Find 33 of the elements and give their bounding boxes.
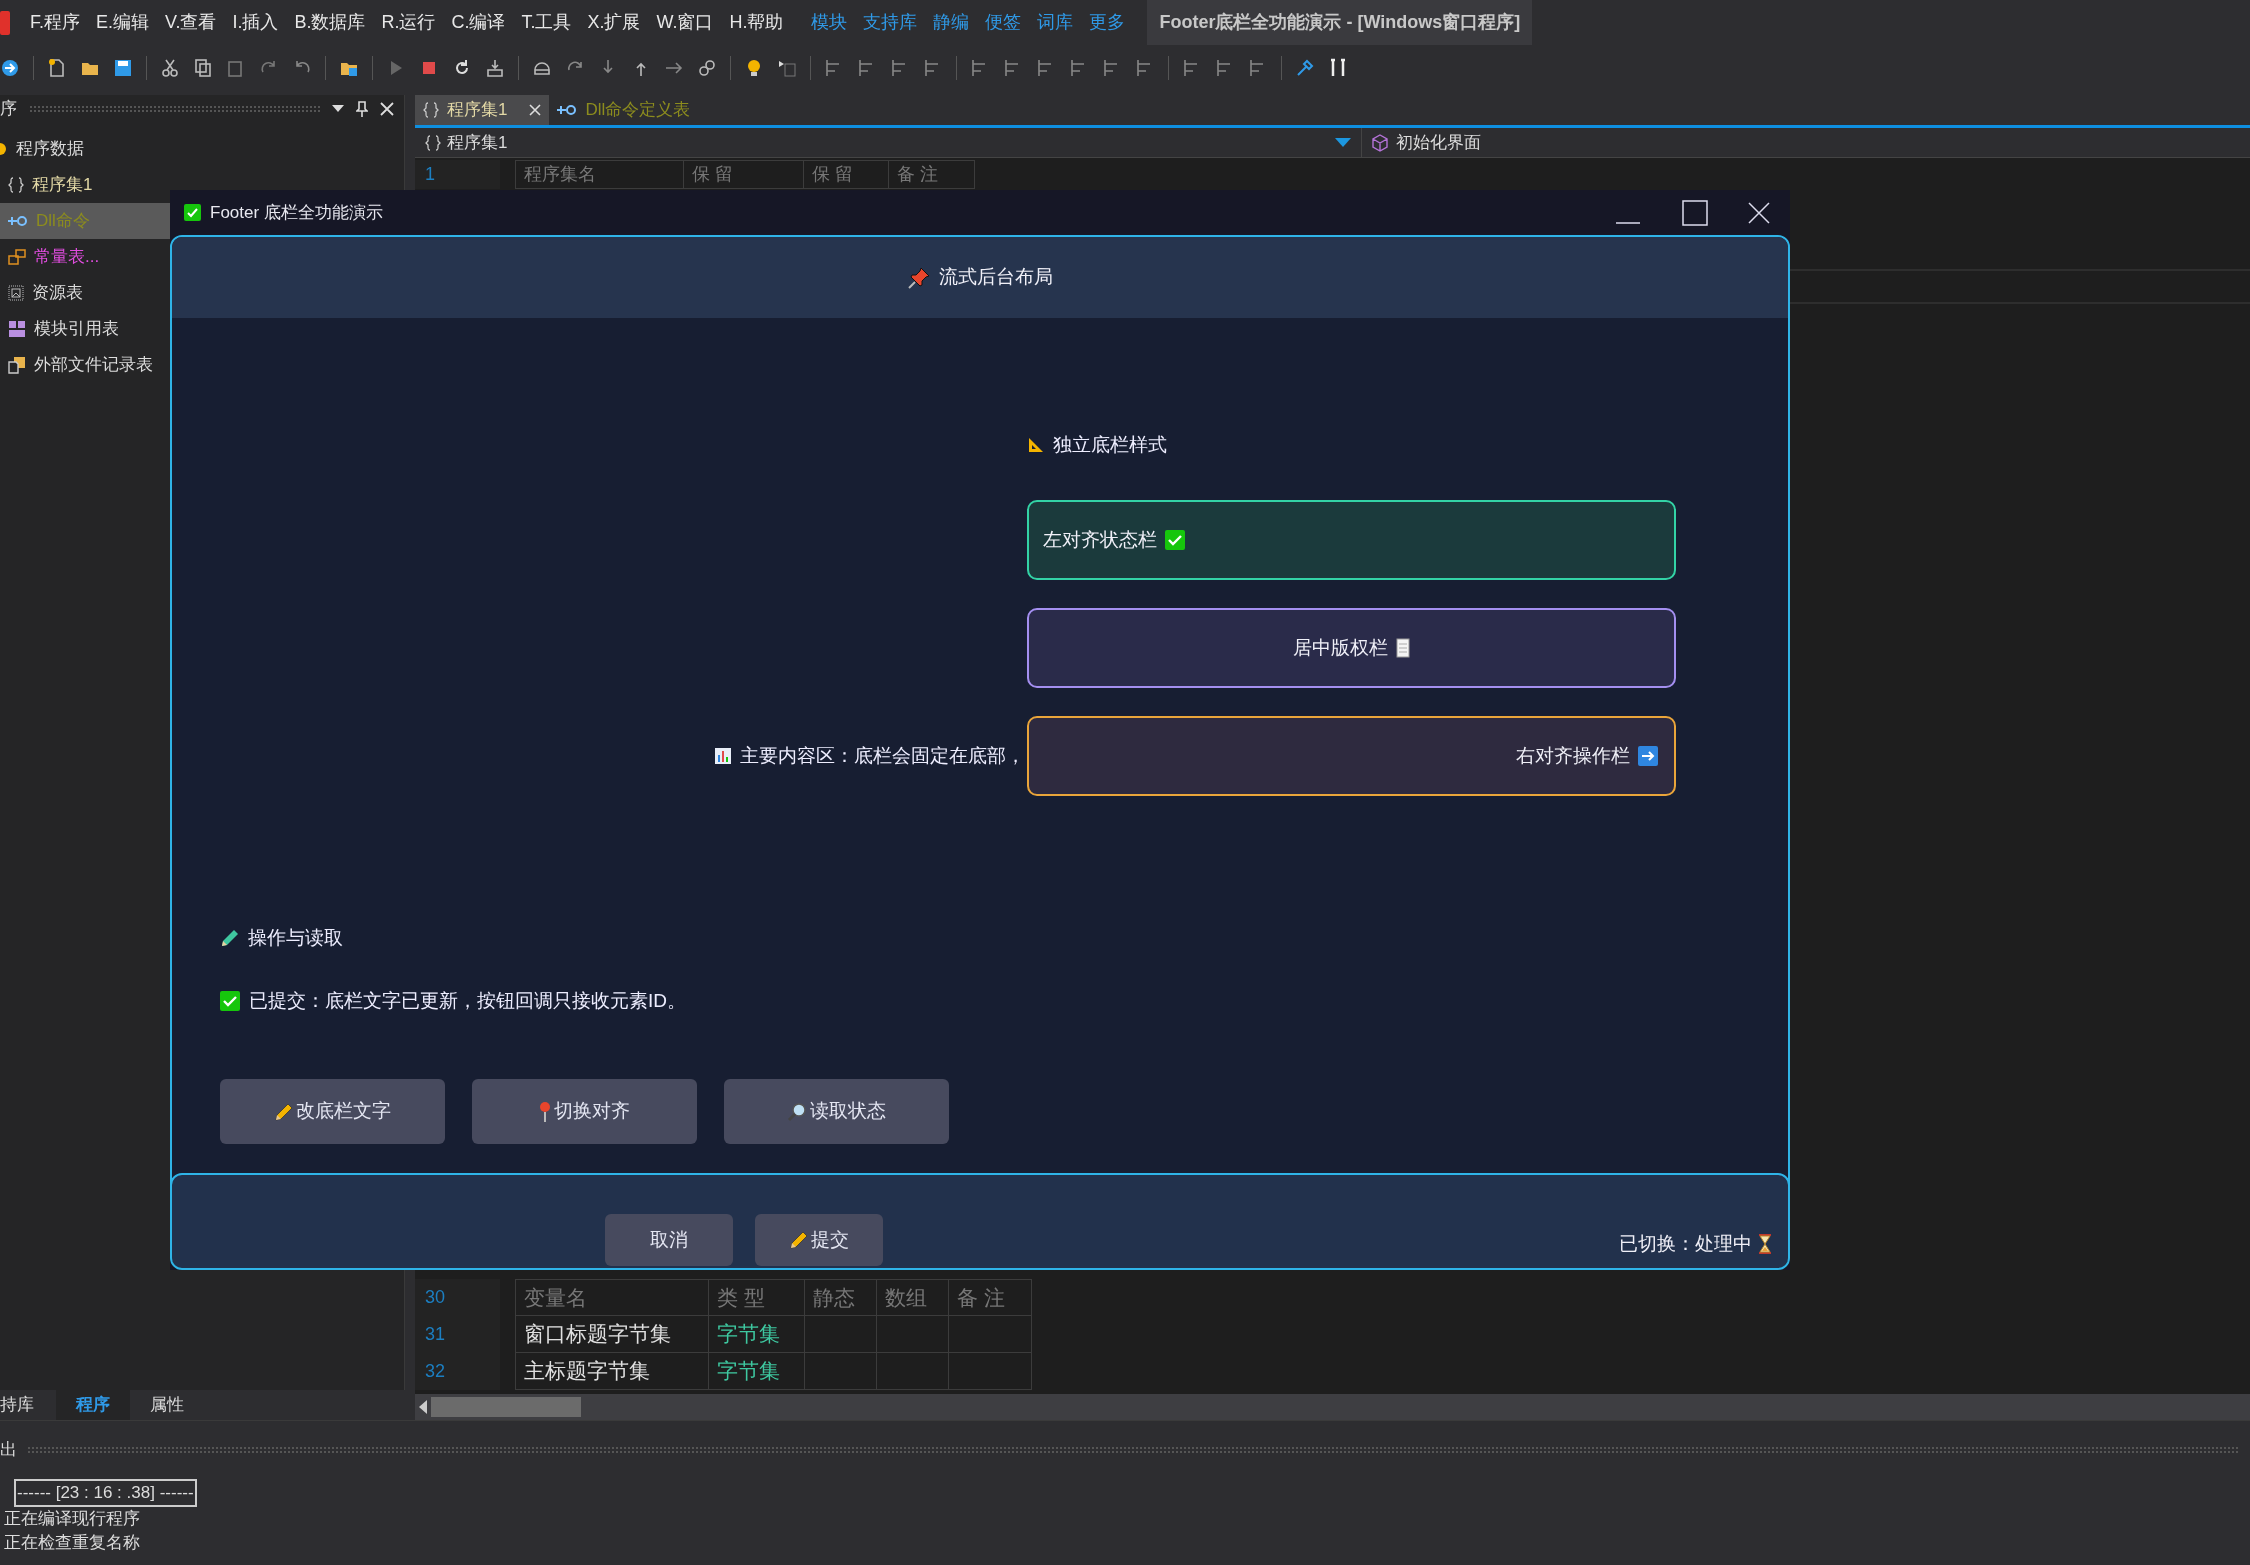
column-header: 变量名: [524, 1284, 587, 1311]
body-text: 主要内容区：底栏会固定在底部，: [740, 743, 1025, 768]
table-cell-text: 字节集: [717, 1321, 780, 1348]
line-number: 32: [425, 1360, 446, 1383]
footer-style-card: 右对齐操作栏: [1027, 716, 1676, 796]
line-number: 1: [425, 163, 435, 186]
table-cell-text: 窗口标题字节集: [524, 1321, 671, 1348]
column-header: 备 注: [897, 163, 938, 186]
output-line: 正在编译现行程序: [4, 1508, 140, 1530]
column-header: 保 留: [692, 163, 733, 186]
panel-title: 出: [0, 1439, 17, 1462]
header-title: 流式后台布局: [939, 265, 1053, 290]
column-header: 数组: [885, 1284, 927, 1311]
line-number: 30: [425, 1286, 446, 1309]
section-title: 操作与读取: [248, 926, 343, 950]
column-header: 程序集名: [524, 163, 596, 186]
line-number: 31: [425, 1323, 446, 1346]
column-header: 类 型: [717, 1284, 765, 1311]
app-title: Footer底栏全功能演示 - [Windows窗口程序]: [1147, 0, 1533, 45]
table-cell-text: 字节集: [717, 1358, 780, 1385]
footer-style-card: 左对齐状态栏: [1027, 500, 1676, 580]
timestamp-box: ------ [23 : 16 : .38] ------: [14, 1479, 197, 1507]
column-header: 静态: [813, 1284, 855, 1311]
column-header: 保 留: [812, 163, 853, 186]
section-title: 独立底栏样式: [1053, 432, 1167, 457]
window-title: Footer 底栏全功能演示: [210, 201, 383, 224]
table-cell-text: 主标题字节集: [524, 1358, 650, 1385]
status-message: 已提交：底栏文字已更新，按钮回调只接收元素ID。: [249, 988, 686, 1013]
output-line: 正在检查重复名称: [4, 1532, 140, 1554]
column-header: 备 注: [957, 1284, 1005, 1311]
footer-status: 已切换：处理中: [1619, 1231, 1752, 1256]
panel-title: 序: [0, 97, 17, 120]
footer-style-card: 居中版权栏: [1027, 608, 1676, 688]
